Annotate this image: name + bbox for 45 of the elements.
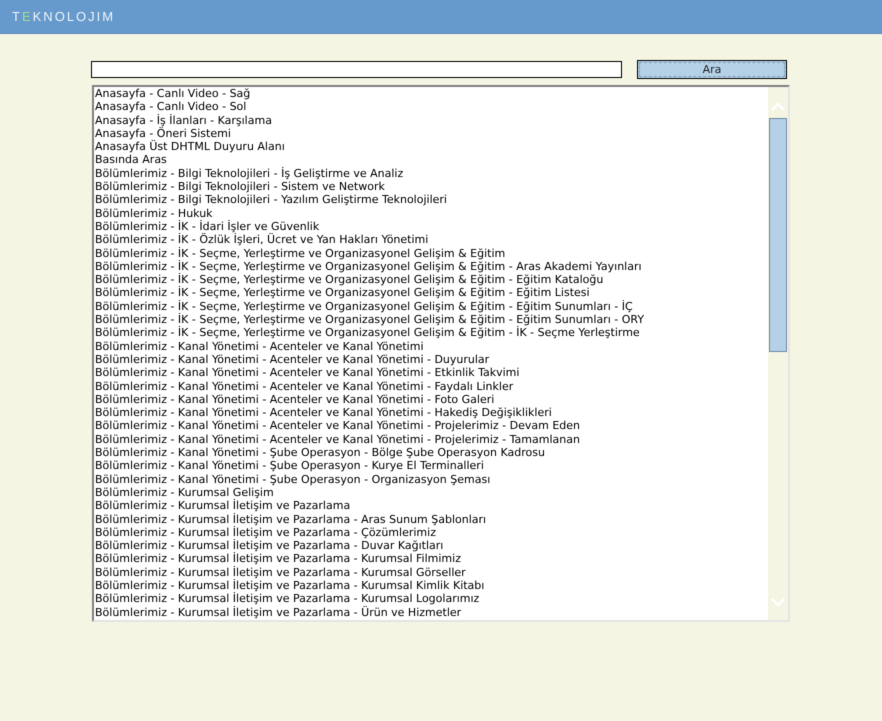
list-item[interactable]: Bölümlerimiz - Kanal Yönetimi - Acenteler ve Kanal Yönetimi - Hakediş Değişiklikleri [94, 406, 768, 420]
scrollbar[interactable] [768, 87, 788, 620]
list-item[interactable]: Anasayfa - İş İlanları - Karşılama [94, 114, 768, 127]
list-item[interactable]: Bölümlerimiz - İK - Özlük İşleri, Ücret ve Yan Hakları Yönetimi [94, 233, 768, 247]
list-item[interactable]: Bölümlerimiz - Kanal Yönetimi - Acenteler ve Kanal Yönetimi - Projelerimiz - Devam Eden [94, 419, 768, 433]
list-item[interactable]: Bölümlerimiz - Bilgi Teknolojileri - Sistem ve Network [94, 180, 768, 194]
list-item[interactable]: Bölümlerimiz - Kanal Yönetimi - Acenteler ve Kanal Yönetimi - Duyurular [94, 352, 768, 366]
list-item[interactable]: Bölümlerimiz - Kanal Yönetimi - Şube Operasyon - Organizasyon Şeması [94, 472, 768, 486]
list-item[interactable]: Bölümlerimiz - Kurumsal İletişim ve Pazarlama - Kurumsal Filmimiz [94, 552, 768, 566]
list-item[interactable]: Bölümlerimiz - Kurumsal İletişim ve Pazarlama - Kurumsal Görseller [94, 566, 768, 579]
list-item[interactable]: Anasayfa - Öneri Sistemi [94, 126, 768, 140]
list-item[interactable]: Bölümlerimiz - Kurumsal Gelişim [94, 486, 768, 500]
search-button[interactable]: Ara [637, 60, 787, 78]
list-item[interactable]: Bölümlerimiz - İK - Seçme, Yerleştirme ve Organizasyonel Gelişim & Eğitim [94, 246, 768, 260]
list-item[interactable]: Bölümlerimiz - İK - Seçme, Yerleştirme ve Organizasyonel Gelişim & Eğitim - İK - Seçme Yerleştirme [94, 326, 768, 340]
search-field[interactable] [91, 60, 622, 78]
list-item[interactable]: Bölümlerimiz - İK - Seçme, Yerleştirme ve Organizasyonel Gelişim & Eğitim - Aras Akademi Yayınları [94, 260, 768, 274]
list-item[interactable]: Bölümlerimiz - Kurumsal İletişim ve Pazarlama - Aras Sunum Şablonları [94, 512, 768, 526]
list-item[interactable]: Bölümlerimiz - İK - Seçme, Yerleştirme ve Organizasyonel Gelişim & Eğitim - Eğitim Sunumları - İÇ [94, 300, 768, 314]
list-item[interactable]: Bölümlerimiz - Bilgi Teknolojileri - Yazılım Geliştirme Teknolojileri [94, 193, 768, 207]
list-item[interactable]: Bölümlerimiz - Kurumsal İletişim ve Pazarlama - Duvar Kağıtları [94, 539, 768, 552]
list-item[interactable]: Bölümlerimiz - Kurumsal İletişim ve Pazarlama - Çözümlerimiz [94, 526, 768, 540]
list-item[interactable]: Bölümlerimiz - Kanal Yönetimi - Acenteler ve Kanal Yönetimi - Foto Galeri [94, 392, 768, 406]
list-item[interactable]: Bölümlerimiz - Kanal Yönetimi - Acenteler ve Kanal Yönetimi - Etkinlik Takvimi [94, 366, 768, 380]
list-item[interactable]: Bölümlerimiz - İK - Seçme, Yerleştirme ve Organizasyonel Gelişim & Eğitim - Eğitim Kataloğu [94, 273, 768, 286]
list-item[interactable]: Bölümlerimiz - Bilgi Teknolojileri - İş Geliştirme ve Analiz [94, 166, 768, 180]
list-item[interactable]: Anasayfa - Canlı Video - Sağ [94, 87, 768, 100]
list-item[interactable]: Bölümlerimiz - Kanal Yönetimi - Acenteler ve Kanal Yönetimi - Projelerimiz - Tamamlanan [94, 432, 768, 446]
list-item[interactable]: Bölümlerimiz - Kurumsal İletişim ve Pazarlama - Kurumsal Kimlik Kitabı [94, 578, 768, 592]
list-box[interactable] [92, 85, 790, 622]
list-item[interactable]: Anasayfa Üst DHTML Duyuru Alanı [94, 140, 768, 154]
list-item[interactable]: Bölümlerimiz - Kurumsal İletişim ve Pazarlama - Kurumsal Logolarımız [94, 592, 768, 606]
list-item[interactable]: Bölümlerimiz - Kurumsal İletişim ve Pazarlama - Ürün ve Hizmetler [94, 606, 768, 619]
list-item[interactable]: Bölümlerimiz - Kanal Yönetimi - Şube Operasyon - Kurye El Terminalleri [94, 459, 768, 473]
list-item[interactable]: Bölümlerimiz - Kanal Yönetimi - Acenteler ve Kanal Yönetimi - Faydalı Linkler [94, 380, 768, 393]
list-item[interactable]: Bölümlerimiz - İK - İdari İşler ve Güvenlik [94, 220, 768, 234]
list-item[interactable]: Bölümlerimiz - Kanal Yönetimi - Şube Operasyon - Bölge Şube Operasyon Kadrosu [94, 446, 768, 460]
list-item[interactable]: Basında Aras [94, 153, 768, 167]
list-item[interactable]: Anasayfa - Canlı Video - Sol [94, 100, 768, 114]
list-item[interactable]: Bölümlerimiz - İK - Seçme, Yerleştirme ve Organizasyonel Gelişim & Eğitim - Eğitim Sunumları - ORY [94, 313, 768, 326]
list-item[interactable]: Bölümlerimiz - İK - Seçme, Yerleştirme ve Organizasyonel Gelişim & Eğitim - Eğitim Listesi [94, 286, 768, 300]
list-item[interactable]: Bölümlerimiz - Kanal Yönetimi - Acenteler ve Kanal Yönetimi [94, 340, 768, 353]
list-item[interactable]: Bölümlerimiz - Kurumsal İletişim ve Pazarlama [94, 499, 768, 512]
list-item[interactable]: Bölümlerimiz - Hukuk [94, 206, 768, 220]
scrollbar-thumb[interactable] [769, 118, 787, 352]
